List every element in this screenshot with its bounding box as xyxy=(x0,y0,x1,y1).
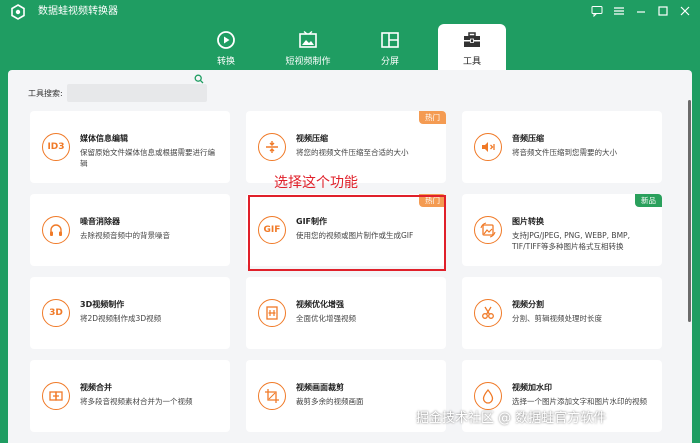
tool-card-3d-video[interactable]: 3D 3D视频制作 将2D视频制作成3D视频 xyxy=(30,277,230,349)
source-watermark: 掘金技术社区 @ 数据蛙官方软件 xyxy=(416,411,607,426)
search-input[interactable] xyxy=(66,84,207,102)
merge-icon xyxy=(42,382,70,410)
tab-label: 短视频制作 xyxy=(285,57,331,67)
tool-desc: 裁剪多余的视频画面 xyxy=(296,397,364,406)
title-bar: 数据蛙视频转换器 xyxy=(0,0,700,24)
tool-title: 音频压缩 xyxy=(512,134,544,143)
tool-desc: 将2D视频制作成3D视频 xyxy=(80,314,162,323)
tool-card-video-enhance[interactable]: 视频优化增强 全面优化增强视频 xyxy=(246,277,446,349)
tool-title: 图片转换 xyxy=(512,217,544,226)
tool-title: 媒体信息编辑 xyxy=(80,134,128,143)
tool-title: 3D视频制作 xyxy=(80,300,125,309)
audio-compress-icon xyxy=(474,133,502,161)
tool-card-audio-compress[interactable]: 音频压缩 将音频文件压缩到您需要的大小 xyxy=(462,111,662,183)
tab-split-screen[interactable]: 分屏 xyxy=(356,24,424,70)
search-label: 工具搜索: xyxy=(28,88,63,98)
tool-title: 噪音消除器 xyxy=(80,217,120,226)
tool-search: 工具搜索: xyxy=(28,84,207,102)
enhance-icon xyxy=(258,299,286,327)
main-nav: 转换 短视频制作 分屏 工具 xyxy=(0,24,700,70)
tool-title: 视频优化增强 xyxy=(296,300,344,309)
tool-title: 视频合并 xyxy=(80,383,112,392)
tool-title: 视频加水印 xyxy=(512,383,552,392)
tool-desc: 保留原始文件媒体信息或根据需要进行编辑 xyxy=(80,148,215,168)
tool-desc: 全面优化增强视频 xyxy=(296,314,356,323)
tool-title: 视频画面裁剪 xyxy=(296,383,344,392)
toolbox-icon xyxy=(464,32,480,47)
annotation-text: 选择这个功能 xyxy=(274,175,358,191)
minimize-icon[interactable] xyxy=(634,4,648,18)
search-icon[interactable] xyxy=(194,74,204,84)
convert-icon xyxy=(217,31,235,49)
app-title: 数据蛙视频转换器 xyxy=(38,6,118,17)
tab-convert[interactable]: 转换 xyxy=(192,24,260,70)
tool-card-image-convert[interactable]: 图片转换 支持JPG/JPEG, PNG, WEBP, BMP, TIF/TIF… xyxy=(462,194,662,266)
tool-desc: 选择一个图片添加文字和图片水印的视频 xyxy=(512,397,647,406)
crop-icon xyxy=(258,382,286,410)
app-logo-icon xyxy=(11,4,25,20)
tool-desc: 分割、剪辑视频处理时长度 xyxy=(512,314,602,323)
tool-desc: 将您的视频文件压缩至合适的大小 xyxy=(296,148,409,157)
tool-card-noise-remover[interactable]: 噪音消除器 去除视频音频中的背景噪音 xyxy=(30,194,230,266)
new-badge: 新品 xyxy=(635,194,662,207)
tool-desc: 将多段音视频素材合并为一个视频 xyxy=(80,397,193,406)
tool-title: 视频压缩 xyxy=(296,134,328,143)
tool-card-video-split[interactable]: 视频分割 分割、剪辑视频处理时长度 xyxy=(462,277,662,349)
annotation-highlight-box xyxy=(248,195,446,271)
tab-label: 工具 xyxy=(462,57,481,67)
menu-icon[interactable] xyxy=(612,4,626,18)
scissors-icon xyxy=(474,299,502,327)
compress-icon xyxy=(258,133,286,161)
tool-desc: 去除视频音频中的背景噪音 xyxy=(80,231,170,240)
headphones-icon xyxy=(42,216,70,244)
tool-card-video-merge[interactable]: 视频合并 将多段音视频素材合并为一个视频 xyxy=(30,360,230,432)
tab-label: 转换 xyxy=(216,57,235,67)
close-icon[interactable] xyxy=(678,4,692,18)
tab-tools[interactable]: 工具 xyxy=(438,24,506,70)
image-convert-icon xyxy=(474,216,502,244)
tab-label: 分屏 xyxy=(380,57,399,67)
tool-desc: 支持JPG/JPEG, PNG, WEBP, BMP, TIF/TIFF等多种图… xyxy=(512,231,630,251)
maximize-icon[interactable] xyxy=(656,4,670,18)
tool-desc: 将音频文件压缩到您需要的大小 xyxy=(512,148,617,157)
hot-badge: 热门 xyxy=(419,111,446,124)
watermark-icon xyxy=(474,382,502,410)
3d-icon: 3D xyxy=(42,299,70,327)
split-screen-icon xyxy=(381,32,399,48)
scrollbar[interactable] xyxy=(688,100,691,322)
feedback-icon[interactable] xyxy=(590,4,604,18)
tool-card-media-info[interactable]: ID3 媒体信息编辑 保留原始文件媒体信息或根据需要进行编辑 xyxy=(30,111,230,183)
tab-short-video[interactable]: 短视频制作 xyxy=(274,24,342,70)
id3-icon: ID3 xyxy=(42,133,70,161)
window-controls xyxy=(590,4,692,18)
tool-title: 视频分割 xyxy=(512,300,544,309)
short-video-icon xyxy=(299,30,317,48)
